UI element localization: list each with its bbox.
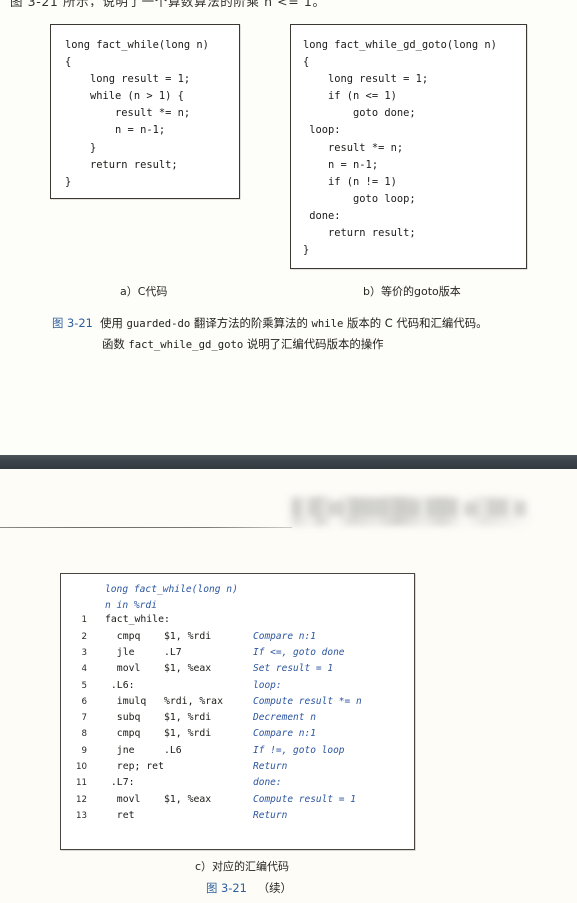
caption-line1-post: 版本的 C 代码和汇编代码。 [343,316,488,330]
figure-continued-label: （续） [257,881,292,895]
figure-number: 图 3-21 [52,316,93,330]
assembly-header-signature: long fact_while(long n) [105,584,238,595]
assembly-instruction: subq $1, %rdi [105,712,212,724]
subcaption-c: c）对应的汇编代码 [195,860,290,873]
assembly-row: 13 ret Return [61,810,414,826]
figure-caption-line2: 函数 fact_while_gd_goto 说明了汇编代码版本的操作 [52,334,552,355]
figure-caption: 图 3-21 使用 guarded-do 翻译方法的阶乘算法的 while 版本… [52,313,552,355]
assembly-instruction: cmpq $1, %rdi [105,630,212,642]
assembly-comment: Decrement n [253,712,316,724]
caption-line2-post: 说明了汇编代码版本的操作 [243,337,384,351]
assembly-instruction: .L7: [105,777,135,789]
assembly-code-box: long fact_while(long n) n in %rdi 1 fact_… [60,573,415,850]
assembly-comment: Return [253,761,288,773]
subcaption-a: a）C代码 [120,285,168,298]
assembly-comment: done: [253,777,282,789]
clipped-top-text-line: 图 3-21 所示，说明了一个算数算法的阶乘 n <= 1。 [10,0,360,7]
caption-mono-while: while [311,318,344,330]
figure-caption-continued: 图 3-21 （续） [206,880,292,896]
assembly-line-number: 2 [81,631,87,642]
assembly-line-number: 9 [81,745,87,756]
caption-line1-mid: 翻译方法的阶乘算法的 [190,316,312,330]
assembly-comment: Compute result *= n [253,695,362,707]
assembly-line-number: 12 [75,794,87,805]
assembly-comment: Set result = 1 [253,663,334,675]
assembly-row: 3 jle .L7 If <=, goto done [61,647,414,663]
assembly-row: 6 imulq %rdi, %rax Compute result *= n [61,696,414,712]
caption-line2-pre: 函数 [102,337,129,351]
c-code-text: long fact_while(long n) { long result = … [65,39,209,188]
subcaption-b: b）等价的goto版本 [363,285,461,298]
assembly-row: 11 .L7: done: [61,777,414,793]
assembly-line-number: 5 [81,680,87,691]
assembly-instruction: imulq %rdi, %rax [105,695,223,707]
assembly-row: 5 .L6: loop: [61,680,414,696]
assembly-instruction: movl $1, %eax [105,663,212,675]
assembly-header-register: n in %rdi [105,600,157,612]
assembly-instruction: jne .L6 [105,744,182,756]
figure-number-continued: 图 3-21 [206,881,247,895]
caption-mono-guarded-do: guarded-do [126,318,191,330]
page-separator-band [0,455,577,469]
assembly-rows-container: 1 fact_while: 2 cmpq $1, %rdi Compare n:1 3 … [61,614,414,826]
assembly-instruction: ret [105,809,135,821]
assembly-row: 7 subq $1, %rdi Decrement n [61,712,414,728]
assembly-line-number: 13 [75,810,87,821]
assembly-instruction: fact_while: [105,614,170,626]
assembly-line-number: 7 [81,713,87,724]
caption-line1-pre: 使用 [100,316,127,330]
running-header-rule [0,527,292,529]
assembly-comment: loop: [253,679,282,691]
assembly-instruction: movl $1, %eax [105,793,212,805]
assembly-line-number: 6 [81,696,87,707]
assembly-row: 4 movl $1, %eax Set result = 1 [61,663,414,679]
assembly-line-number: 8 [81,729,87,740]
assembly-instruction: rep; ret [105,761,164,773]
assembly-comment: Compute result = 1 [253,793,356,805]
assembly-line-number: 4 [81,664,87,675]
assembly-comment: Compare n:1 [253,630,316,642]
goto-code-text: long fact_while_gd_goto(long n) { long r… [303,39,497,257]
assembly-row: 9 jne .L6 If !=, goto loop [61,745,414,761]
assembly-comment: Compare n:1 [253,728,316,740]
assembly-row: 8 cmpq $1, %rdi Compare n:1 [61,728,414,744]
assembly-line-number: 3 [81,648,87,658]
assembly-instruction: jle .L7 [105,647,182,658]
assembly-row: 2 cmpq $1, %rdi Compare n:1 [61,631,414,647]
assembly-comment: If <=, goto done [253,647,345,658]
assembly-row: 10 rep; ret Return [61,761,414,777]
assembly-instruction: cmpq $1, %rdi [105,728,212,740]
assembly-row: 12 movl $1, %eax Compute result = 1 [61,794,414,810]
assembly-row: 1 fact_while: [61,614,414,630]
assembly-line-number: 10 [75,762,87,773]
assembly-instruction: .L6: [105,679,135,691]
caption-mono-fact-while-gd-goto: fact_while_gd_goto [128,339,244,351]
goto-version-code-box: long fact_while_gd_goto(long n) { long r… [290,24,527,269]
assembly-line-number: 11 [75,778,87,789]
scanned-page-upper: 图 3-21 所示，说明了一个算数算法的阶乘 n <= 1。 long fact… [0,0,577,455]
c-source-code-box: long fact_while(long n) { long result = … [50,24,240,199]
assembly-line-number: 1 [81,615,87,626]
assembly-comment: If !=, goto loop [253,744,345,756]
assembly-comment: Return [253,809,288,821]
blurred-running-header [288,496,533,526]
